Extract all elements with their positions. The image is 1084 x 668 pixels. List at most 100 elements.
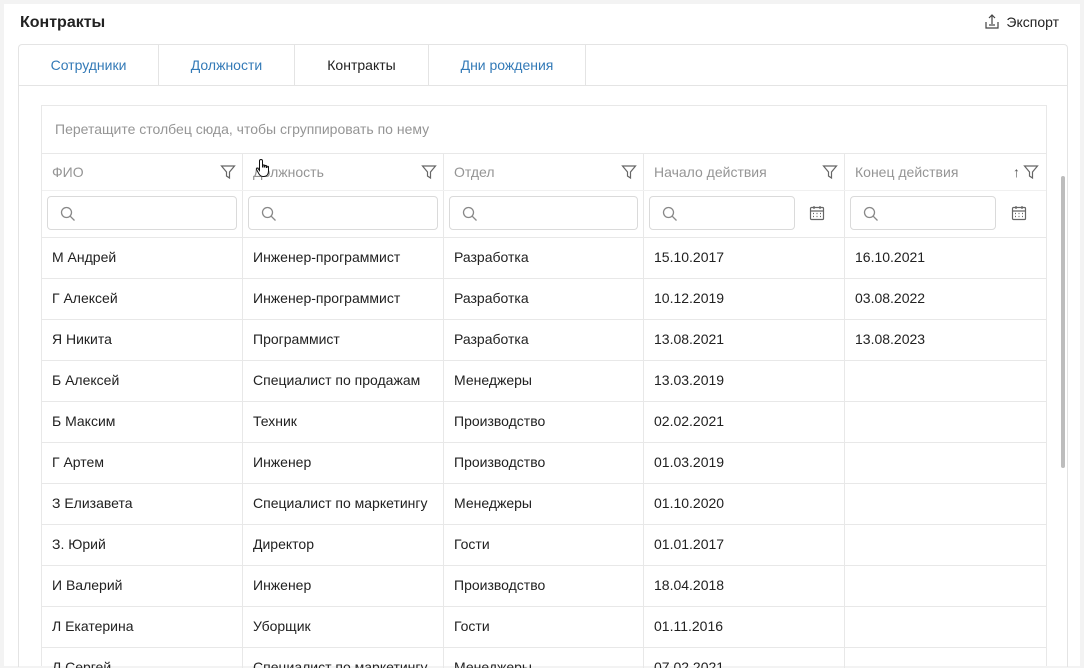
export-button[interactable]: Экспорт bbox=[984, 14, 1059, 30]
cell-end-date bbox=[845, 648, 1045, 668]
cell-position: Специалист по продажам bbox=[243, 361, 444, 401]
cell-department: Разработка bbox=[444, 320, 644, 360]
cell-end-date: 03.08.2022 bbox=[855, 290, 926, 306]
fio-search-input[interactable] bbox=[47, 196, 237, 230]
search-icon bbox=[662, 206, 677, 221]
export-label: Экспорт bbox=[1006, 14, 1059, 30]
tab-employees[interactable]: Сотрудники bbox=[19, 45, 159, 85]
cell-start-date: 01.10.2020 bbox=[644, 484, 845, 524]
column-header-department[interactable]: Отдел bbox=[444, 154, 644, 190]
position-search-input[interactable] bbox=[248, 196, 438, 230]
cell-fio: З. Юрий bbox=[42, 525, 243, 565]
filter-cell-position bbox=[243, 191, 444, 237]
start-date-search-input[interactable] bbox=[649, 196, 795, 230]
cell-end-date bbox=[845, 484, 1045, 524]
cell-start-date: 01.01.2017 bbox=[644, 525, 845, 565]
page-title: Контракты bbox=[20, 14, 106, 31]
cell-start-date: 01.11.2016 bbox=[644, 607, 845, 647]
department-search-input[interactable] bbox=[449, 196, 638, 230]
filter-cell-department bbox=[444, 191, 644, 237]
grid-body: М Андрей Инженер-программист Разработка 15.… bbox=[42, 238, 1046, 668]
cell-end-date: 16.10.2021 bbox=[855, 249, 926, 265]
cell-department: Менеджеры bbox=[444, 361, 644, 401]
calendar-icon[interactable] bbox=[809, 205, 825, 221]
cell-position: Инженер bbox=[243, 443, 444, 483]
department-search-field[interactable] bbox=[484, 201, 628, 227]
cell-department: Разработка bbox=[444, 279, 644, 319]
cell-end-date bbox=[845, 402, 1045, 442]
table-row[interactable]: И Валерий Инженер Производство 18.04.2018 bbox=[42, 566, 1046, 607]
table-row[interactable]: Л Екатерина Уборщик Гости 01.11.2016 bbox=[42, 607, 1046, 648]
table-row[interactable]: З. Юрий Директор Гости 01.01.2017 bbox=[42, 525, 1046, 566]
cell-start-date: 15.10.2017 bbox=[644, 238, 845, 278]
group-panel[interactable]: Перетащите столбец сюда, чтобы сгруппиро… bbox=[42, 106, 1046, 154]
cell-fio: З Елизавета bbox=[42, 484, 243, 524]
contracts-grid: Перетащите столбец сюда, чтобы сгруппиро… bbox=[41, 105, 1047, 668]
end-date-search-field[interactable] bbox=[885, 201, 989, 227]
search-icon bbox=[60, 206, 75, 221]
cell-position: Директор bbox=[243, 525, 444, 565]
column-header-fio[interactable]: ФИО bbox=[42, 154, 243, 190]
table-row[interactable]: Я Никита Программист Разработка 13.08.2021 1… bbox=[42, 320, 1046, 361]
calendar-icon[interactable] bbox=[1011, 205, 1027, 221]
search-icon bbox=[462, 206, 477, 221]
sort-ascending-icon[interactable]: ↑ bbox=[1013, 154, 1020, 190]
cell-start-date: 10.12.2019 bbox=[644, 279, 845, 319]
cell-fio: Г Алексей bbox=[42, 279, 243, 319]
hand-cursor-icon bbox=[255, 158, 269, 177]
filter-row bbox=[42, 191, 1046, 238]
cell-position: Специалист по маркетингу bbox=[243, 648, 444, 668]
column-header-end-date[interactable]: Конец действия ↑ bbox=[845, 154, 1045, 190]
table-row[interactable]: Г Алексей Инженер-программист Разработка 10… bbox=[42, 279, 1046, 320]
column-header-position[interactable]: Должность bbox=[243, 154, 444, 190]
start-date-search-field[interactable] bbox=[684, 201, 788, 227]
cell-start-date: 02.02.2021 bbox=[644, 402, 845, 442]
vertical-scrollbar[interactable] bbox=[1061, 176, 1065, 468]
cell-end-date: 13.08.2023 bbox=[855, 331, 926, 347]
tab-contracts[interactable]: Контракты bbox=[295, 45, 429, 85]
cell-fio: Б Максим bbox=[42, 402, 243, 442]
cell-department: Разработка bbox=[444, 238, 644, 278]
cell-position: Уборщик bbox=[243, 607, 444, 647]
cell-position: Техник bbox=[243, 402, 444, 442]
table-row[interactable]: З Елизавета Специалист по маркетингу Менед… bbox=[42, 484, 1046, 525]
column-header-label: Начало действия bbox=[654, 164, 767, 180]
cell-start-date: 18.04.2018 bbox=[644, 566, 845, 606]
tab-container: Сотрудники Должности Контракты Дни рожде… bbox=[18, 44, 1068, 668]
table-row[interactable]: Л Сергей Специалист по маркетингу Менеджер… bbox=[42, 648, 1046, 668]
cell-position: Специалист по маркетингу bbox=[243, 484, 444, 524]
search-icon bbox=[863, 206, 878, 221]
tab-birthdays[interactable]: Дни рождения bbox=[429, 45, 586, 85]
tab-positions[interactable]: Должности bbox=[159, 45, 295, 85]
table-row[interactable]: Б Алексей Специалист по продажам Менеджеры… bbox=[42, 361, 1046, 402]
cell-end-date bbox=[845, 443, 1045, 483]
cell-fio: Л Сергей bbox=[42, 648, 243, 668]
filter-icon[interactable] bbox=[421, 164, 437, 180]
filter-icon[interactable] bbox=[1023, 164, 1039, 180]
cell-start-date: 07.02.2021 bbox=[644, 648, 845, 668]
filter-cell-start-date bbox=[644, 191, 845, 237]
contracts-panel: Контракты Экспорт Сотрудники Должности К… bbox=[4, 4, 1080, 668]
search-icon bbox=[261, 206, 276, 221]
cell-start-date: 13.03.2019 bbox=[644, 361, 845, 401]
column-header-label: Конец действия bbox=[855, 164, 959, 180]
cell-fio: Л Екатерина bbox=[42, 607, 243, 647]
tabs: Сотрудники Должности Контракты Дни рожде… bbox=[19, 45, 1067, 86]
cell-department: Менеджеры bbox=[444, 484, 644, 524]
cell-department: Гости bbox=[444, 607, 644, 647]
filter-icon[interactable] bbox=[822, 164, 838, 180]
cell-fio: И Валерий bbox=[42, 566, 243, 606]
column-header-start-date[interactable]: Начало действия bbox=[644, 154, 845, 190]
cell-position: Инженер-программист bbox=[243, 238, 444, 278]
position-search-field[interactable] bbox=[283, 201, 427, 227]
table-row[interactable]: Б Максим Техник Производство 02.02.2021 bbox=[42, 402, 1046, 443]
fio-search-field[interactable] bbox=[82, 201, 226, 227]
end-date-search-input[interactable] bbox=[850, 196, 996, 230]
table-row[interactable]: Г Артем Инженер Производство 01.03.2019 bbox=[42, 443, 1046, 484]
filter-icon[interactable] bbox=[621, 164, 637, 180]
cell-fio: Г Артем bbox=[42, 443, 243, 483]
cell-end-date bbox=[845, 361, 1045, 401]
column-header-label: ФИО bbox=[52, 164, 84, 180]
table-row[interactable]: М Андрей Инженер-программист Разработка 15.… bbox=[42, 238, 1046, 279]
filter-icon[interactable] bbox=[220, 164, 236, 180]
